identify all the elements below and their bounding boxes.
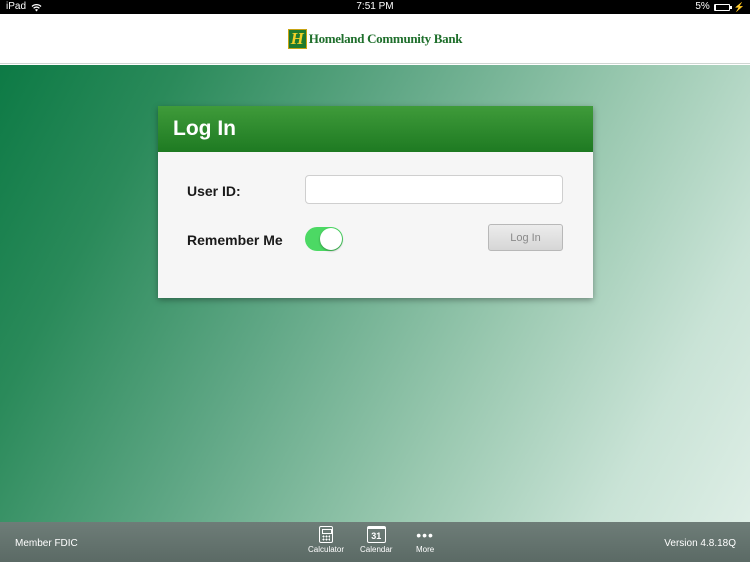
app-header: H Homeland Community Bank: [0, 14, 750, 64]
calculator-button[interactable]: Calculator: [308, 526, 344, 554]
status-time: 7:51 PM: [356, 1, 394, 12]
status-bar: iPad 7:51 PM 5% ⚡: [0, 0, 750, 14]
user-id-label: User ID:: [187, 183, 241, 199]
logo-letter: H: [290, 29, 304, 48]
more-button[interactable]: ••• More: [416, 526, 434, 555]
calendar-label[interactable]: Calendar: [360, 545, 392, 554]
more-label[interactable]: More: [416, 545, 434, 554]
login-title: Log In: [173, 117, 236, 140]
bank-name: Homeland Community Bank: [308, 30, 463, 46]
bank-logo: H Homeland Community Bank: [287, 28, 463, 49]
login-card-header: Log In: [158, 106, 593, 152]
battery-level: [714, 4, 716, 10]
remember-me-label: Remember Me: [187, 232, 283, 248]
login-button[interactable]: Log In: [488, 224, 563, 251]
battery-percent: 5%: [695, 1, 710, 12]
calendar-icon[interactable]: 31: [366, 526, 386, 543]
calculator-label[interactable]: Calculator: [308, 545, 344, 554]
user-id-input[interactable]: [305, 175, 563, 204]
battery-icon: [713, 3, 732, 11]
bolt-icon: ⚡: [733, 2, 745, 12]
toggle-knob[interactable]: [320, 228, 342, 250]
status-right: 5% ⚡: [695, 0, 745, 14]
bottom-toolbar: Member FDIC Calculator 31 Calendar ••• M…: [0, 522, 750, 562]
member-fdic-text: Member FDIC: [15, 538, 78, 549]
more-icon[interactable]: •••: [416, 526, 434, 543]
version-text: Version 4.8.18Q: [664, 538, 736, 549]
remember-me-toggle[interactable]: [305, 227, 343, 251]
calculator-icon[interactable]: [319, 526, 333, 543]
calendar-button[interactable]: 31 Calendar: [360, 526, 392, 554]
login-card: Log In User ID: Remember Me Log In: [158, 106, 593, 298]
calendar-day: 31: [371, 530, 382, 541]
logo-mark: H: [287, 28, 307, 49]
